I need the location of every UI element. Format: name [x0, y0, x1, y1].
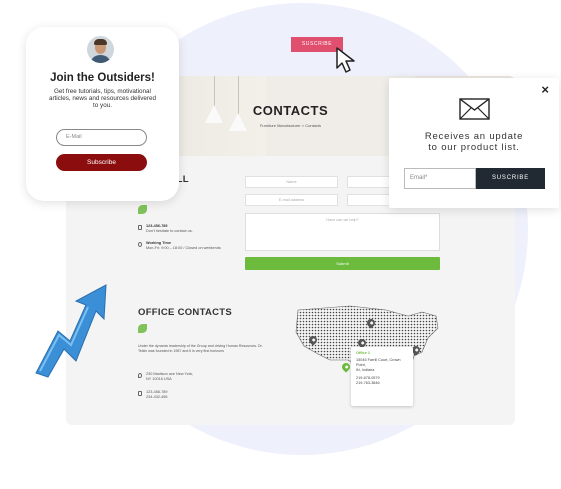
mouse-cursor-icon: [336, 47, 355, 73]
subscribe-button[interactable]: SUSCRIBE: [476, 168, 545, 189]
office-description: Under the dynamic leadership of the Grou…: [138, 344, 263, 353]
close-icon[interactable]: ×: [541, 82, 549, 97]
phone-icon: [138, 391, 142, 396]
location-icon: [138, 373, 142, 378]
leaf-icon: [138, 205, 147, 214]
email-input[interactable]: E-Mail: [56, 129, 147, 146]
submit-button[interactable]: Submit: [245, 257, 440, 270]
clock-icon: [138, 242, 142, 247]
email-input[interactable]: Email*: [404, 168, 476, 189]
leaf-icon: [138, 324, 147, 333]
phone-icon: [138, 225, 142, 230]
office-info-card: Office 1 15045 Farrill Court, Crown Poin…: [351, 347, 413, 406]
email-field[interactable]: E-mail address: [245, 194, 338, 206]
hours-text: Mon-Fri: 9:00 – 18:00 / Closed on weeken…: [146, 246, 221, 250]
phone-number: 234-432-456: [146, 395, 168, 399]
subscribe-button[interactable]: Subscribe: [56, 154, 147, 171]
growth-arrow-icon: [35, 284, 107, 378]
avatar: [87, 36, 114, 63]
address-line: NY 10016 USA: [146, 377, 172, 381]
phones-info: 123-456-789 234-432-456: [146, 390, 168, 400]
phone-info: 123-456-789 Don't hesitate to contact us…: [146, 224, 193, 234]
name-field[interactable]: Name: [245, 176, 338, 188]
popup-title: Join the Outsiders!: [50, 72, 155, 84]
address-info: 230 Madison ave New York, NY 10016 USA: [146, 372, 193, 382]
office-contacts-title: OFFICE CONTACTS: [138, 307, 233, 318]
newsletter-popup-left: Join the Outsiders! Get free tutorials, …: [26, 27, 179, 201]
popup-message-line: to our product list.: [428, 142, 520, 153]
popup-description: Get free tutorials, tips, motivational a…: [48, 88, 157, 109]
popup-message-line: Receives an update: [424, 131, 524, 142]
newsletter-popup-right: × Receives an update to our product list…: [389, 78, 559, 208]
envelope-icon: [459, 98, 490, 120]
lamp-cord: [214, 76, 215, 106]
phone-note: Don't hesitate to contact us.: [146, 229, 193, 233]
popup-message: Receives an update to our product list.: [389, 131, 559, 153]
office-card-title: Office 1: [356, 351, 370, 355]
message-field[interactable]: Have can we help?: [245, 213, 440, 251]
hours-info: Working Time Mon-Fri: 9:00 – 18:00 / Clo…: [146, 241, 221, 251]
office-phone: 219-763-3846: [356, 381, 380, 385]
